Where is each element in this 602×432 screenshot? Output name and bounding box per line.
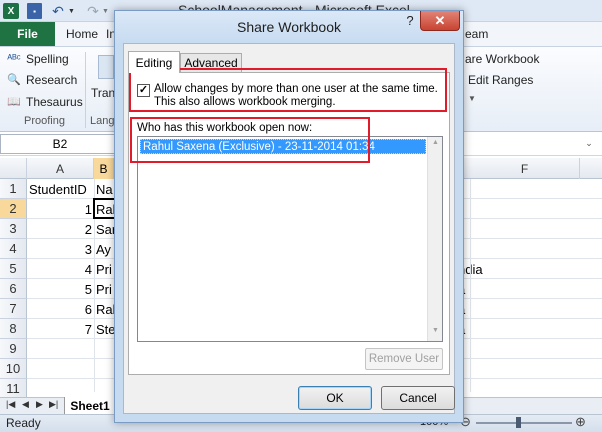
column-gridline <box>470 179 471 392</box>
row-header-4[interactable]: 4 <box>0 239 27 259</box>
row-header-3[interactable]: 3 <box>0 219 27 239</box>
zoom-slider-thumb[interactable] <box>516 417 521 428</box>
redo-dropdown-icon[interactable]: ▼ <box>101 3 110 19</box>
name-box[interactable]: B2 <box>0 134 120 154</box>
cell-b1[interactable]: Na <box>96 179 114 199</box>
undo-icon[interactable]: ↶ <box>49 3 67 19</box>
group-label-proofing: Proofing <box>24 115 65 127</box>
row-header-10[interactable]: 10 <box>0 359 27 379</box>
tab-team[interactable]: eam <box>465 27 488 41</box>
listbox-scrollbar[interactable]: ▲ ▼ <box>427 137 442 341</box>
spelling-button[interactable]: ᴬᴮᶜ Spelling <box>6 52 69 66</box>
users-listbox[interactable]: Rahul Saxena (Exclusive) - 23-11-2014 01… <box>137 136 443 342</box>
thesaurus-button[interactable]: 📖 Thesaurus <box>6 95 83 109</box>
cell-b5[interactable]: Pri <box>96 259 114 279</box>
thesaurus-icon: 📖 <box>7 96 21 108</box>
scroll-up-icon[interactable]: ▲ <box>428 139 443 151</box>
row-header-8[interactable]: 8 <box>0 319 27 339</box>
column-header-f[interactable]: F <box>470 158 580 179</box>
zoom-in-icon[interactable]: ⊕ <box>575 414 586 430</box>
save-icon[interactable]: ▪ <box>27 3 42 19</box>
scroll-down-icon[interactable]: ▼ <box>428 327 443 339</box>
zoom-slider[interactable] <box>476 422 572 424</box>
spelling-icon: ᴬᴮᶜ <box>7 53 21 65</box>
tab-editing[interactable]: Editing <box>128 51 180 73</box>
column-header-a[interactable]: A <box>27 158 94 179</box>
close-icon[interactable]: ✕ <box>420 11 460 31</box>
translate-label[interactable]: Tran <box>91 86 115 100</box>
cell-a2[interactable]: 1 <box>29 199 94 219</box>
spelling-label: Spelling <box>26 52 69 66</box>
first-sheet-icon[interactable]: |◀ <box>6 399 15 410</box>
help-icon[interactable]: ? <box>400 11 420 31</box>
highlight-user-list <box>130 117 370 163</box>
share-workbook-ribbon-label[interactable]: are Workbook <box>465 52 539 66</box>
row-header-11[interactable]: 11 <box>0 379 27 399</box>
cell-a1[interactable]: StudentID <box>29 179 94 199</box>
research-button[interactable]: 🔍 Research <box>6 73 77 87</box>
cell-a7[interactable]: 6 <box>29 299 94 319</box>
file-tab[interactable]: File <box>0 22 55 46</box>
sheet-tab-sheet1[interactable]: Sheet1 <box>64 397 116 414</box>
row-header-6[interactable]: 6 <box>0 279 27 299</box>
next-sheet-icon[interactable]: ▶ <box>36 399 43 410</box>
highlight-allow-changes <box>129 68 447 112</box>
row-header-7[interactable]: 7 <box>0 299 27 319</box>
column-header-b[interactable]: B <box>94 158 114 179</box>
cell-a3[interactable]: 2 <box>29 219 94 239</box>
excel-logo-icon: X <box>3 3 19 19</box>
prev-sheet-icon[interactable]: ◀ <box>22 399 29 410</box>
dialog-title-bar[interactable]: Share Workbook ? ✕ <box>115 11 463 43</box>
undo-dropdown-icon[interactable]: ▼ <box>67 3 76 19</box>
cell-b8[interactable]: Ste <box>96 319 114 339</box>
research-label: Research <box>26 73 78 87</box>
redo-icon[interactable]: ↷ <box>84 3 102 19</box>
cell-a4[interactable]: 3 <box>29 239 94 259</box>
group-label-language: Lang <box>90 115 115 127</box>
tab-home[interactable]: Home <box>66 27 98 41</box>
thesaurus-label: Thesaurus <box>26 95 83 109</box>
row-header-2[interactable]: 2 <box>0 199 27 219</box>
ribbon-dropdown-icon[interactable]: ▼ <box>468 94 476 103</box>
cell-a8[interactable]: 7 <box>29 319 94 339</box>
row-header-5[interactable]: 5 <box>0 259 27 279</box>
row-header-1[interactable]: 1 <box>0 179 27 199</box>
status-text: Ready <box>6 416 41 430</box>
cell-b4[interactable]: Ay <box>96 239 114 259</box>
allow-edit-ranges-label[interactable]: Edit Ranges <box>468 73 533 87</box>
cancel-button[interactable]: Cancel <box>381 386 455 410</box>
last-sheet-icon[interactable]: ▶| <box>49 399 58 410</box>
remove-user-button[interactable]: Remove User <box>365 348 443 370</box>
formula-expand-icon[interactable]: ⌄ <box>582 138 596 152</box>
select-all-corner[interactable] <box>0 158 27 179</box>
cell-a6[interactable]: 5 <box>29 279 94 299</box>
cell-b7[interactable]: Ral <box>96 299 114 319</box>
ok-button[interactable]: OK <box>298 386 372 410</box>
research-icon: 🔍 <box>7 74 21 86</box>
group-separator <box>85 52 86 128</box>
cell-b6[interactable]: Pri <box>96 279 114 299</box>
cell-a5[interactable]: 4 <box>29 259 94 279</box>
translate-icon[interactable] <box>98 55 114 79</box>
row-header-9[interactable]: 9 <box>0 339 27 359</box>
cell-b3[interactable]: Sar <box>96 219 114 239</box>
